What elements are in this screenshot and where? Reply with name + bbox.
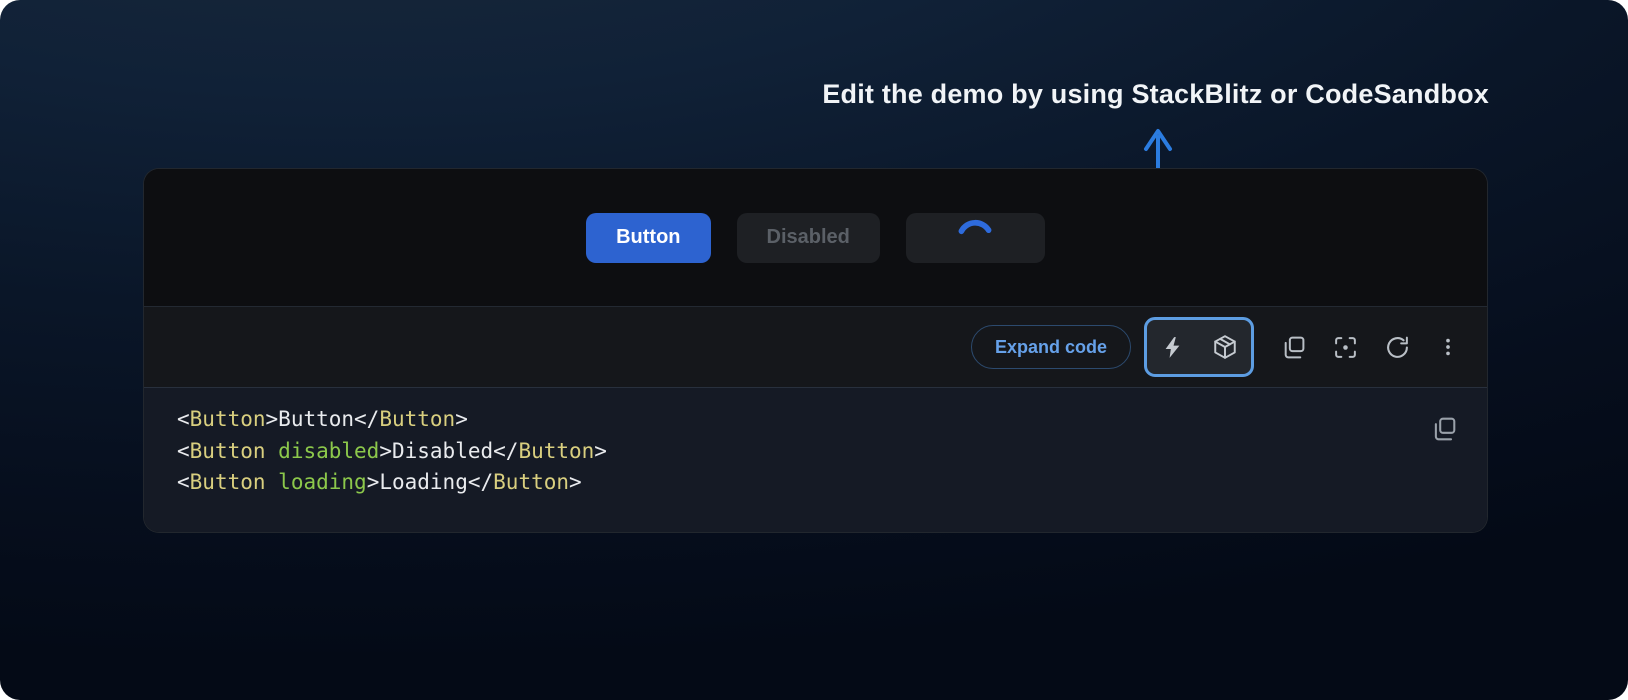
edit-services-highlight-box (1144, 317, 1254, 377)
demo-button-disabled: Disabled (737, 213, 880, 263)
copy-snippet-button[interactable] (1431, 416, 1457, 442)
code-block: <Button>Button</Button><Button disabled>… (144, 387, 1487, 532)
stackblitz-button[interactable] (1160, 335, 1185, 360)
scan-icon (1333, 335, 1358, 360)
lightning-icon (1160, 335, 1185, 360)
demo-card: Button Disabled Expand code (143, 168, 1488, 533)
demo-button-primary[interactable]: Button (586, 213, 710, 263)
copy-code-button[interactable] (1281, 335, 1306, 360)
more-actions-button[interactable] (1437, 335, 1459, 359)
expand-code-button[interactable]: Expand code (971, 325, 1131, 369)
code-line: <Button>Button</Button> (177, 404, 1487, 436)
demo-button-loading[interactable] (906, 213, 1045, 263)
isolate-demo-button[interactable] (1333, 335, 1358, 360)
code-line: <Button loading>Loading</Button> (177, 467, 1487, 499)
code-lines: <Button>Button</Button><Button disabled>… (177, 404, 1487, 499)
page-background: Edit the demo by using StackBlitz or Cod… (0, 0, 1628, 700)
codesandbox-button[interactable] (1212, 334, 1238, 360)
demo-preview: Button Disabled (144, 169, 1487, 306)
cube-icon (1212, 334, 1238, 360)
copy-icon (1431, 416, 1457, 442)
code-line: <Button disabled>Disabled</Button> (177, 436, 1487, 468)
spinner-icon (952, 215, 998, 261)
refresh-icon (1385, 335, 1410, 360)
kebab-icon (1437, 335, 1459, 359)
annotation-title: Edit the demo by using StackBlitz or Cod… (822, 79, 1489, 110)
copy-icon (1281, 335, 1306, 360)
demo-toolbar: Expand code (144, 306, 1487, 387)
refresh-demo-button[interactable] (1385, 335, 1410, 360)
